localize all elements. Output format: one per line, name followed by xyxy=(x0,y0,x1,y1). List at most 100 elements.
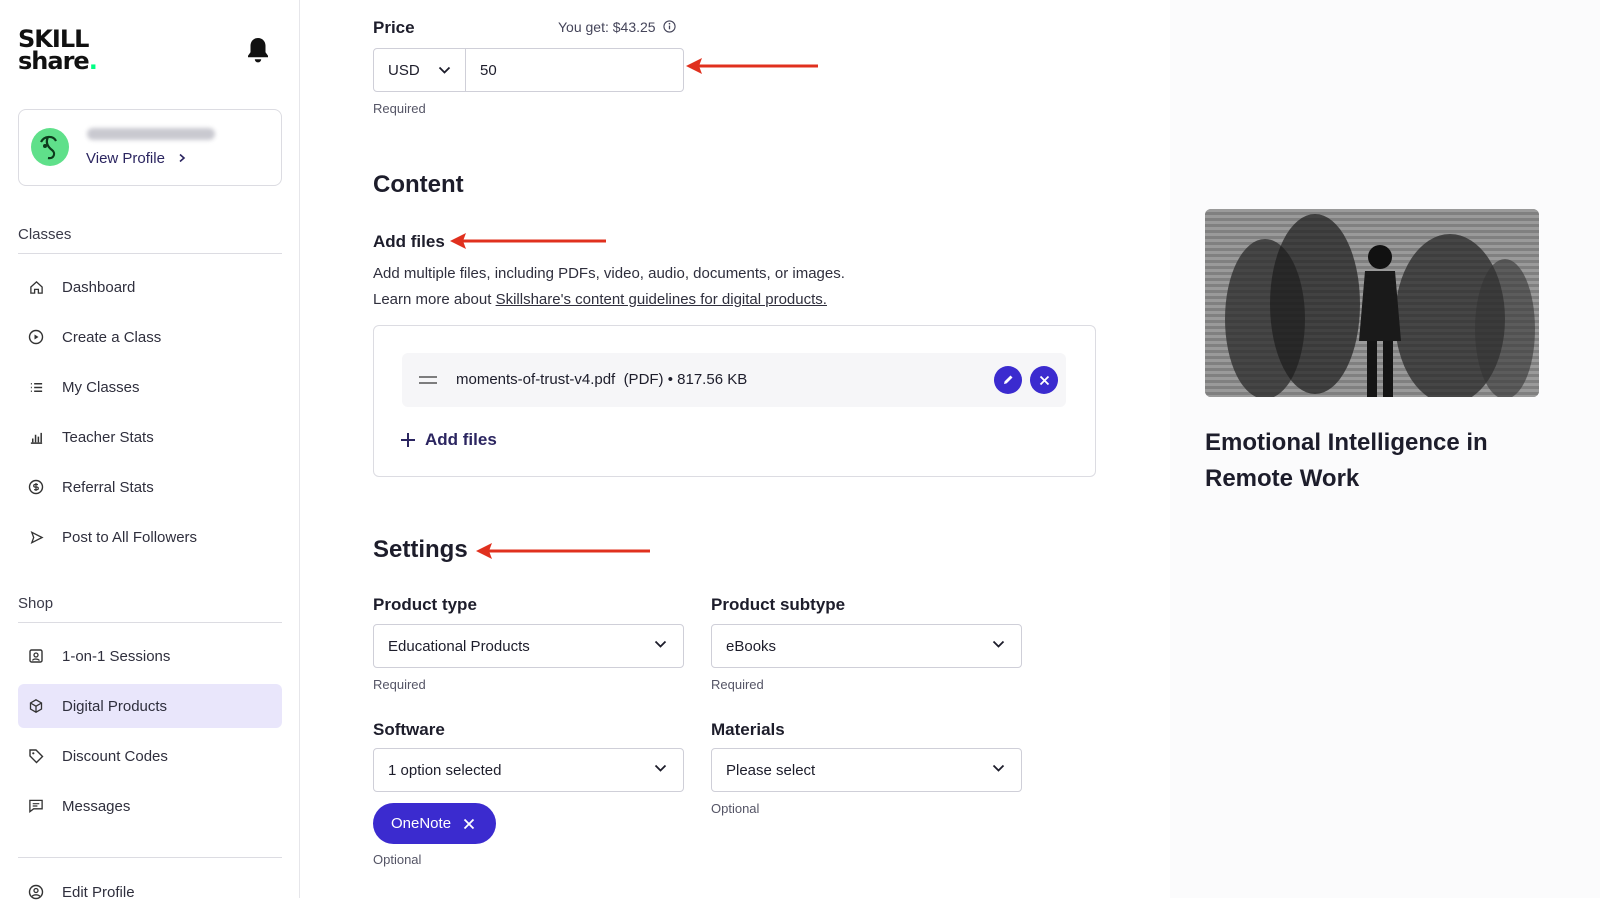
person-board-icon xyxy=(28,648,44,664)
software-help: Optional xyxy=(373,852,422,867)
price-label: Price xyxy=(373,18,415,37)
play-circle-icon xyxy=(28,329,44,345)
product-subtype-label: Product subtype xyxy=(711,595,846,614)
materials-help: Optional xyxy=(711,801,760,816)
product-type-help: Required xyxy=(373,677,426,692)
skillshare-logo[interactable]: SKILL share. xyxy=(18,27,98,75)
product-type-value: Educational Products xyxy=(388,637,530,655)
product-type-label: Product type xyxy=(373,595,477,614)
file-size: • 817.56 KB xyxy=(667,371,748,388)
add-files-button[interactable]: Add files xyxy=(399,430,497,450)
currency-select[interactable]: USD xyxy=(374,49,466,91)
sidebar-item-label: Create a Class xyxy=(62,328,162,346)
chat-icon xyxy=(28,798,44,814)
view-profile-link[interactable]: View Profile xyxy=(86,150,187,167)
sidebar-item-referral-stats[interactable]: Referral Stats xyxy=(18,465,282,509)
sidebar-item-label: Post to All Followers xyxy=(62,528,198,546)
chevron-down-icon xyxy=(992,764,1005,772)
info-icon[interactable] xyxy=(663,20,677,33)
add-files-description: Add multiple files, including PDFs, vide… xyxy=(373,265,845,282)
file-row: moments-of-trust-v4.pdf (PDF) • 817.56 K… xyxy=(402,353,1066,407)
guidelines-text: Learn more about Skillshare's content gu… xyxy=(373,291,827,308)
files-box: moments-of-trust-v4.pdf (PDF) • 817.56 K… xyxy=(373,325,1096,477)
drag-handle-icon[interactable] xyxy=(419,375,437,385)
sidebar-item-post-to-followers[interactable]: Post to All Followers xyxy=(18,515,282,559)
sidebar-item-my-classes[interactable]: My Classes xyxy=(18,365,282,409)
sidebar: SKILL share. View Profile Classes Dashbo… xyxy=(0,0,300,901)
chevron-right-icon xyxy=(179,153,186,163)
sidebar-item-label: Dashboard xyxy=(62,278,136,296)
sidebar-item-edit-profile[interactable]: Edit Profile xyxy=(18,870,282,914)
sidebar-item-dashboard[interactable]: Dashboard xyxy=(18,265,282,309)
product-type-select[interactable]: Educational Products xyxy=(373,624,684,668)
content-heading: Content xyxy=(373,171,464,198)
annotation-arrow-add-files xyxy=(450,233,606,249)
price-input[interactable] xyxy=(466,49,683,91)
cube-icon xyxy=(28,698,44,714)
file-type: (PDF) xyxy=(623,371,664,388)
send-icon xyxy=(28,529,44,545)
sidebar-item-label: Digital Products xyxy=(62,697,168,715)
remove-file-button[interactable] xyxy=(1030,366,1058,394)
product-subtype-select[interactable]: eBooks xyxy=(711,624,1022,668)
logo-line-2: share xyxy=(18,47,90,75)
bell-icon[interactable] xyxy=(246,36,270,69)
chevron-down-icon xyxy=(438,66,450,74)
price-field-group: USD xyxy=(373,48,684,92)
product-subtype-help: Required xyxy=(711,677,764,692)
sidebar-item-label: 1-on-1 Sessions xyxy=(62,647,171,665)
you-get-info: You get: $43.25 xyxy=(558,19,677,35)
chip-label: OneNote xyxy=(391,815,452,832)
tag-icon xyxy=(28,748,44,764)
logo-dot: . xyxy=(88,47,98,75)
footer-divider xyxy=(18,857,282,858)
view-profile-label: View Profile xyxy=(86,150,165,167)
plus-icon xyxy=(401,433,415,447)
close-icon[interactable] xyxy=(463,818,475,830)
materials-label: Materials xyxy=(711,720,785,739)
classes-divider xyxy=(18,253,282,254)
settings-heading: Settings xyxy=(373,536,468,563)
price-required-help: Required xyxy=(373,101,426,116)
close-icon xyxy=(1039,375,1049,385)
chevron-down-icon xyxy=(992,640,1005,648)
sidebar-item-label: My Classes xyxy=(62,378,140,396)
sidebar-item-digital-products[interactable]: Digital Products xyxy=(18,684,282,728)
list-icon xyxy=(28,379,44,395)
home-icon xyxy=(28,279,44,295)
guidelines-prefix: Learn more about xyxy=(373,291,496,308)
sidebar-item-teacher-stats[interactable]: Teacher Stats xyxy=(18,415,282,459)
edit-file-button[interactable] xyxy=(994,366,1022,394)
profile-card[interactable]: View Profile xyxy=(18,109,282,186)
software-value: 1 option selected xyxy=(388,761,502,779)
add-files-label: Add files xyxy=(373,232,445,251)
software-label: Software xyxy=(373,720,445,739)
add-files-button-label: Add files xyxy=(425,430,497,449)
sidebar-item-discount-codes[interactable]: Discount Codes xyxy=(18,734,282,778)
sidebar-item-label: Referral Stats xyxy=(62,478,154,496)
software-select[interactable]: 1 option selected xyxy=(373,748,684,792)
software-chip-onenote[interactable]: OneNote xyxy=(373,803,496,844)
avatar xyxy=(31,128,69,166)
sidebar-item-label: Discount Codes xyxy=(62,747,168,765)
file-name: moments-of-trust-v4.pdf xyxy=(456,371,616,388)
materials-select[interactable]: Please select xyxy=(711,748,1022,792)
annotation-arrow-settings xyxy=(476,543,650,559)
pencil-icon xyxy=(1004,375,1013,384)
materials-value: Please select xyxy=(726,761,816,779)
chevron-down-icon xyxy=(654,764,667,772)
classes-section-label: Classes xyxy=(18,226,72,243)
sidebar-item-create-class[interactable]: Create a Class xyxy=(18,315,282,359)
product-cover-image xyxy=(1205,209,1539,397)
you-get-text: You get: $43.25 xyxy=(558,19,656,35)
guidelines-link[interactable]: Skillshare's content guidelines for digi… xyxy=(496,291,827,308)
sidebar-item-messages[interactable]: Messages xyxy=(18,784,282,828)
chevron-down-icon xyxy=(654,640,667,648)
shop-section-label: Shop xyxy=(18,595,54,612)
sidebar-item-label: Messages xyxy=(62,797,131,815)
sidebar-item-label: Teacher Stats xyxy=(62,428,154,446)
annotation-arrow-price xyxy=(686,58,818,74)
profile-name-blurred xyxy=(87,128,215,140)
sidebar-item-sessions[interactable]: 1-on-1 Sessions xyxy=(18,634,282,678)
product-title: Emotional Intelligence in Remote Work xyxy=(1205,429,1488,492)
